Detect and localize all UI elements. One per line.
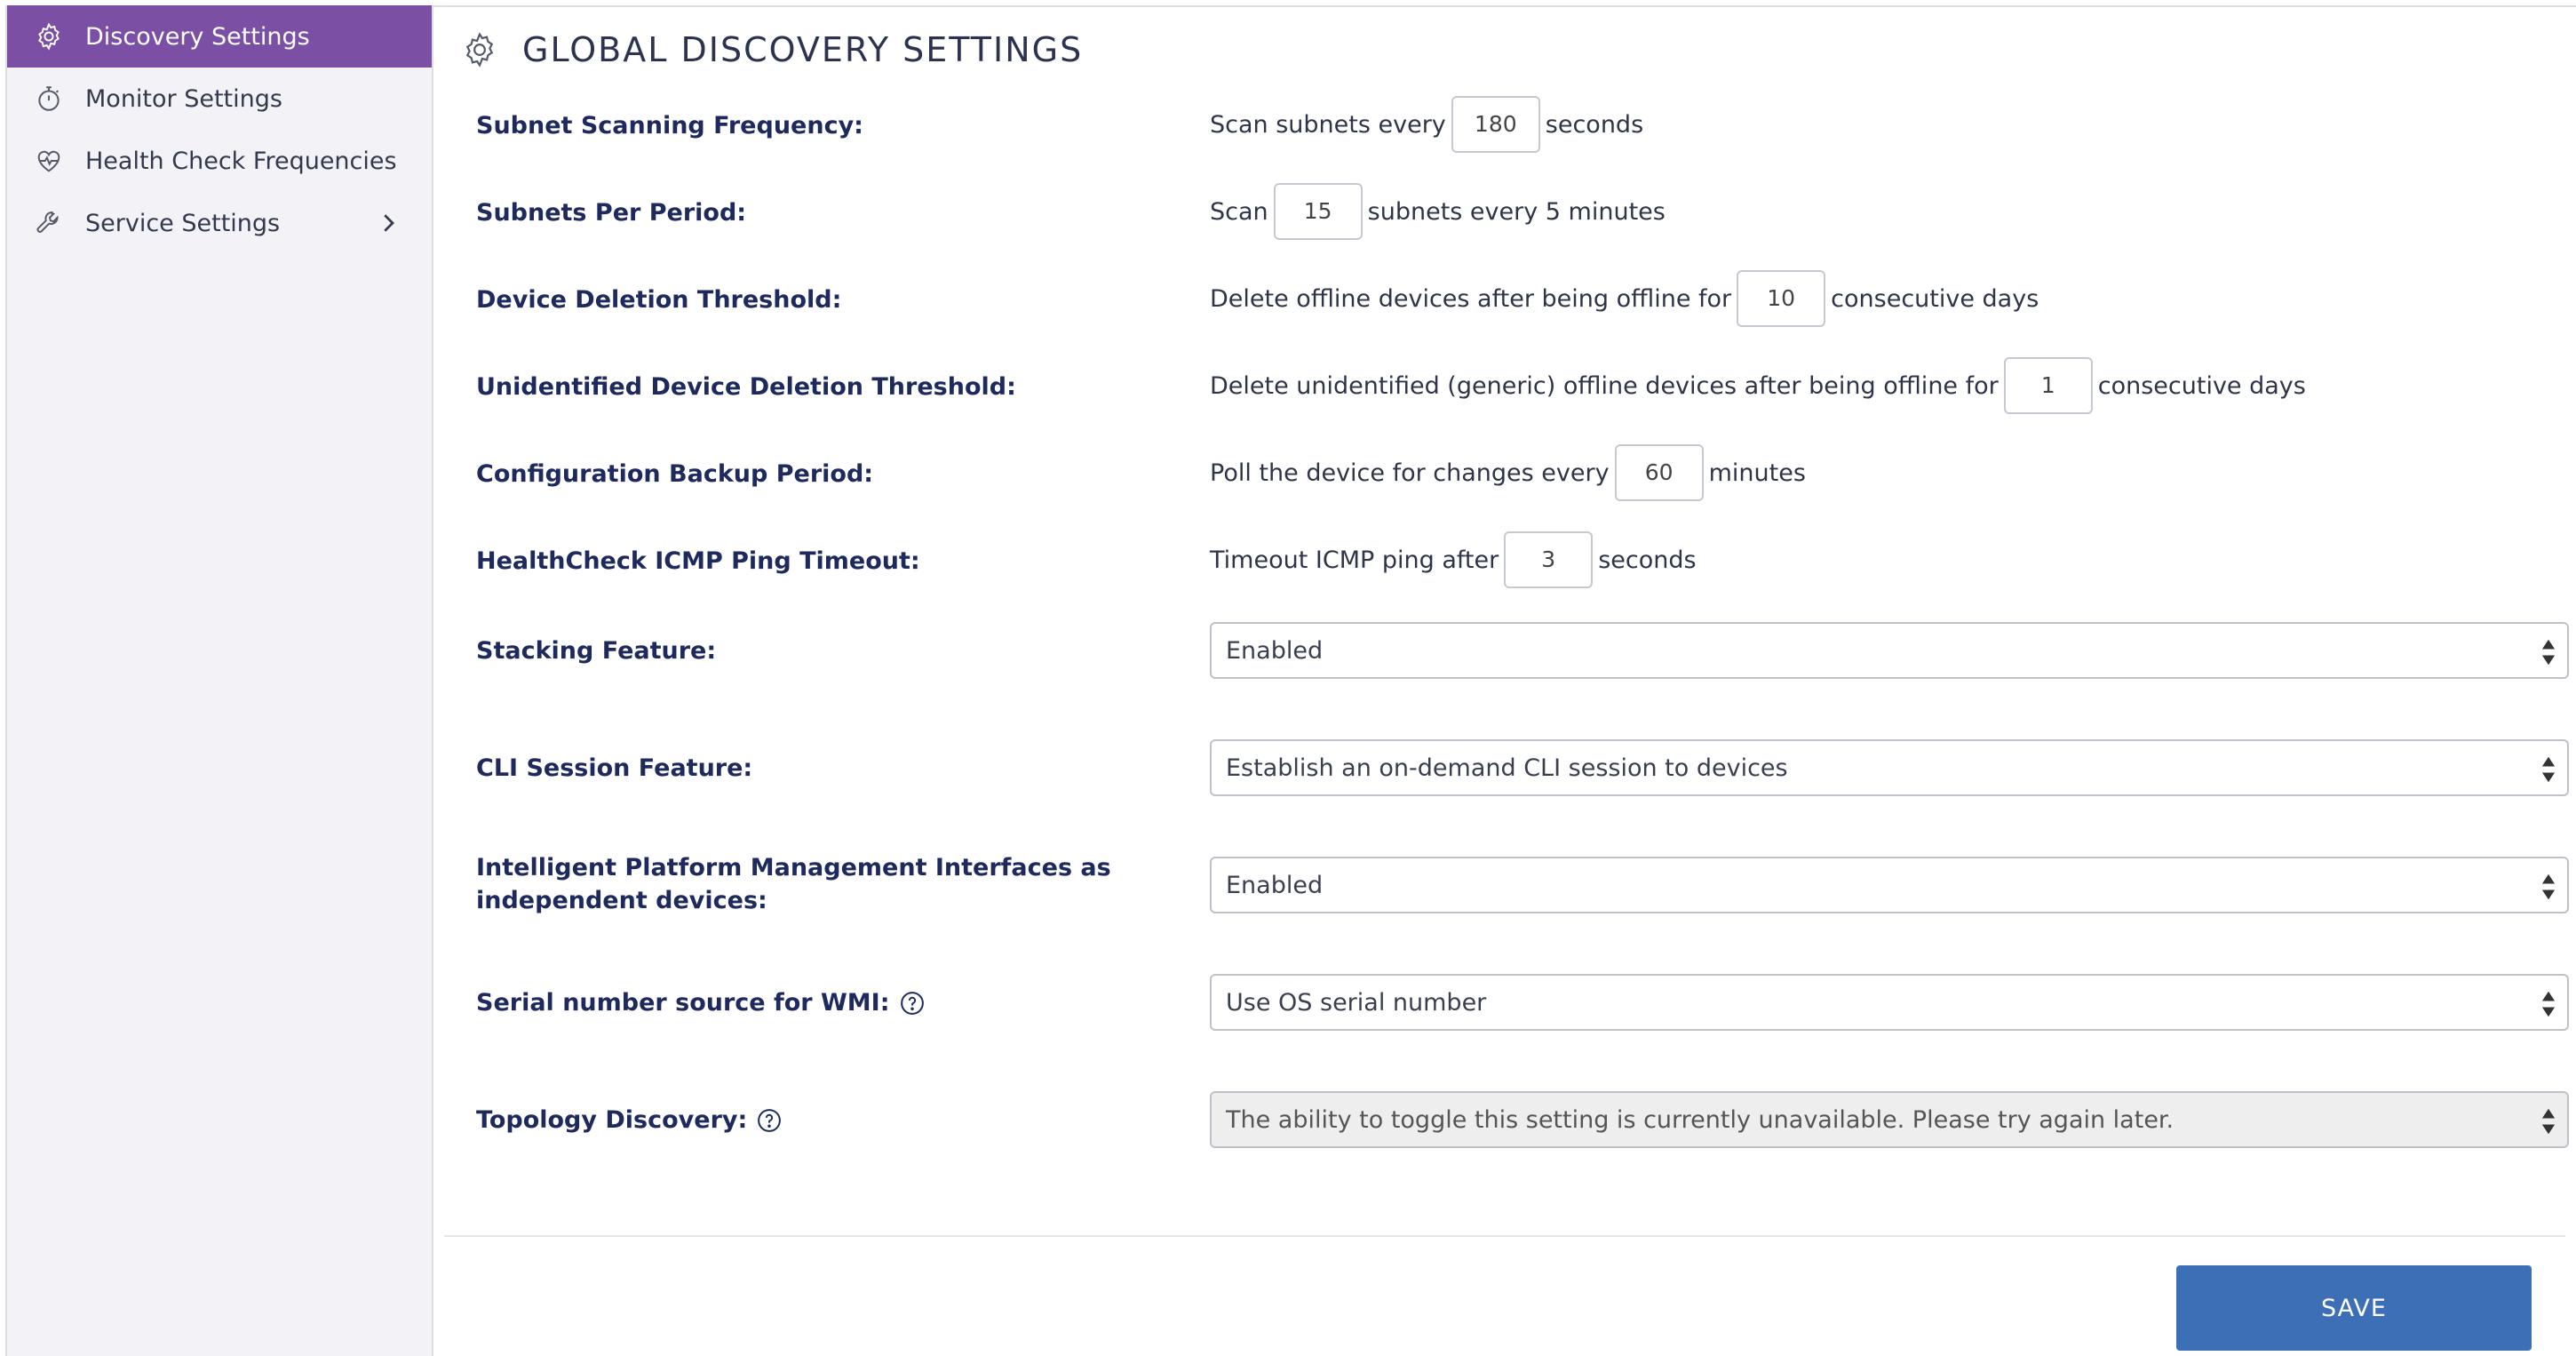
sidebar-item-label: Service Settings [85,209,281,237]
save-button[interactable]: SAVE [2176,1265,2532,1351]
sidebar-item-label: Health Check Frequencies [85,147,397,175]
setting-label: Serial number source for WMI: [476,986,1169,1019]
setting-label: Topology Discovery: [476,1104,1169,1137]
sidebar-item-label: Discovery Settings [85,22,310,51]
setting-label: Configuration Backup Period: [476,460,874,488]
setting-control: Poll the device for changes every 60 min… [1210,444,1806,501]
select-value: Enabled [1226,636,1324,665]
select-arrows-icon [2541,991,2556,1017]
setting-label: Stacking Feature: [476,637,717,665]
footer-divider [444,1235,2565,1237]
setting-label: Subnet Scanning Frequency: [476,112,863,140]
heartbeat-icon [34,146,64,176]
setting-control: Delete offline devices after being offli… [1210,270,2039,327]
stacking-feature-select[interactable]: Enabled [1210,622,2569,679]
control-prefix: Scan [1210,197,1268,226]
chevron-right-icon[interactable] [375,210,402,236]
sidebar-item-label: Monitor Settings [85,84,282,113]
control-suffix: consecutive days [2097,371,2306,400]
select-value: Use OS serial number [1226,988,1487,1017]
stopwatch-icon [34,84,64,114]
sidebar: Discovery Settings Monitor Settings Heal… [5,5,433,1356]
select-value: Enabled [1226,871,1324,899]
page-header: GLOBAL DISCOVERY SETTINGS [460,23,1083,76]
app-window: Discovery Settings Monitor Settings Heal… [0,0,2576,1356]
select-value: Establish an on-demand CLI session to de… [1226,754,1788,782]
setting-control: Timeout ICMP ping after 3 seconds [1210,531,1697,588]
setting-label: Subnets Per Period: [476,199,747,227]
gear-icon [34,21,64,52]
control-suffix: consecutive days [1831,284,2039,313]
control-prefix: Delete unidentified (generic) offline de… [1210,371,1999,400]
subnets-per-period-input[interactable]: 15 [1273,183,1363,240]
wrench-icon [34,208,64,238]
sidebar-item-discovery-settings[interactable]: Discovery Settings [7,5,432,68]
setting-label: CLI Session Feature: [476,754,753,782]
help-icon[interactable] [756,1107,783,1134]
unidentified-deletion-input[interactable]: 1 [2003,357,2093,414]
control-suffix: minutes [1708,459,1806,487]
control-suffix: seconds [1598,546,1697,574]
setting-control: Delete unidentified (generic) offline de… [1210,357,2306,414]
label-text: Serial number source for WMI: [476,989,890,1017]
config-backup-input[interactable]: 60 [1614,444,1704,501]
main-content: GLOBAL DISCOVERY SETTINGS Subnet Scannin… [433,5,2576,1356]
subnet-frequency-input[interactable]: 180 [1451,96,1540,153]
select-arrows-icon [2541,756,2556,783]
setting-control: Scan subnets every 180 seconds [1210,96,1643,153]
cli-session-select[interactable]: Establish an on-demand CLI session to de… [1210,739,2569,796]
sidebar-item-monitor-settings[interactable]: Monitor Settings [7,68,432,130]
setting-label: Intelligent Platform Management Interfac… [476,854,1111,914]
help-icon[interactable] [899,990,926,1017]
sidebar-item-service-settings[interactable]: Service Settings [7,192,432,254]
setting-label: Unidentified Device Deletion Threshold: [476,373,1016,401]
ipmi-select[interactable]: Enabled [1210,857,2569,913]
setting-label: HealthCheck ICMP Ping Timeout: [476,547,920,575]
select-arrows-icon [2541,873,2556,900]
select-value: The ability to toggle this setting is cu… [1226,1105,2174,1134]
control-prefix: Scan subnets every [1210,110,1446,139]
control-suffix: seconds [1545,110,1644,139]
select-arrows-icon [2541,639,2556,666]
gear-icon [465,32,494,68]
setting-control: Scan 15 subnets every 5 minutes [1210,183,1666,240]
sidebar-item-health-check-frequencies[interactable]: Health Check Frequencies [7,130,432,192]
page-title: GLOBAL DISCOVERY SETTINGS [522,30,1084,69]
setting-label: Device Deletion Threshold: [476,286,842,314]
control-prefix: Poll the device for changes every [1210,459,1610,487]
device-deletion-input[interactable]: 10 [1737,270,1826,327]
control-suffix: subnets every 5 minutes [1367,197,1666,226]
control-prefix: Timeout ICMP ping after [1210,546,1499,574]
control-prefix: Delete offline devices after being offli… [1210,284,1732,313]
select-arrows-icon [2541,1108,2556,1135]
icmp-timeout-input[interactable]: 3 [1504,531,1594,588]
wmi-serial-select[interactable]: Use OS serial number [1210,974,2569,1031]
label-text: Topology Discovery: [476,1106,748,1134]
topology-select[interactable]: The ability to toggle this setting is cu… [1210,1091,2569,1148]
